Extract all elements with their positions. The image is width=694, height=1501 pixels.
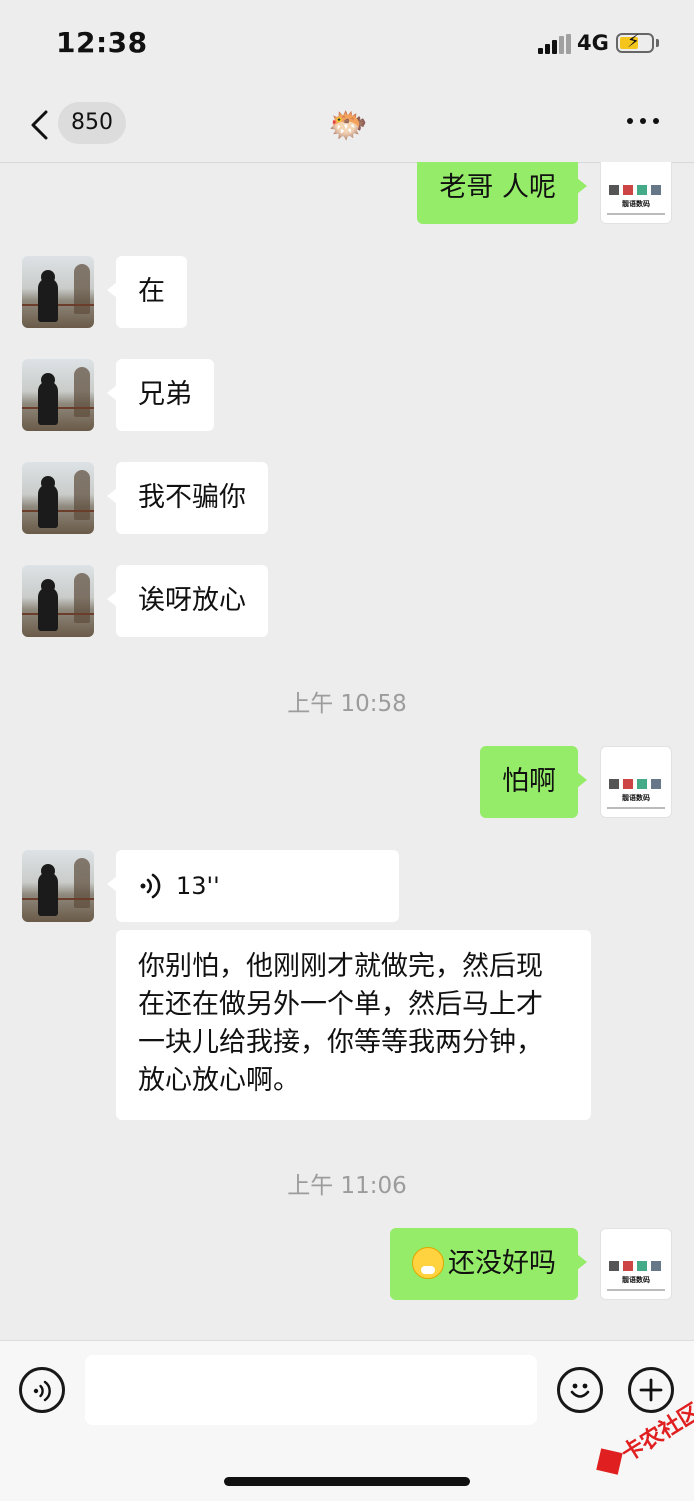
incoming-message-bubble[interactable]: 兄弟 bbox=[107, 359, 214, 431]
avatar-caption: 靓语数码 bbox=[622, 1276, 650, 1284]
chat-title-emoji: 🐡 bbox=[328, 106, 368, 144]
voice-wave-icon bbox=[33, 1380, 51, 1402]
timestamp: 上午 11:06 bbox=[287, 1173, 407, 1199]
message-text: 在 bbox=[138, 276, 165, 307]
voice-duration: 13'' bbox=[176, 872, 220, 900]
watermark-logo-icon bbox=[596, 1448, 623, 1475]
avatar-caption: 靓语数码 bbox=[622, 794, 650, 802]
incoming-message-bubble[interactable]: 诶呀放心 bbox=[107, 565, 268, 637]
contact-avatar[interactable] bbox=[22, 565, 94, 637]
timestamp: 上午 10:58 bbox=[287, 691, 407, 717]
contact-avatar[interactable] bbox=[22, 850, 94, 922]
product-thumbnails bbox=[609, 185, 665, 195]
voice-input-button[interactable] bbox=[19, 1367, 65, 1413]
message-text: 怕啊 bbox=[502, 766, 556, 797]
signal-icon bbox=[538, 34, 572, 54]
voice-message-bubble[interactable]: 13'' bbox=[107, 850, 399, 922]
avatar-subcaption bbox=[607, 807, 665, 809]
message-row: 还没好吗 靓语数码 bbox=[0, 1228, 694, 1302]
incoming-message-bubble[interactable]: 在 bbox=[107, 256, 187, 328]
outgoing-message-bubble[interactable]: 老哥 人呢 bbox=[417, 162, 587, 224]
battery-tip bbox=[656, 39, 659, 47]
outgoing-message-bubble[interactable]: 还没好吗 bbox=[390, 1228, 587, 1300]
message-row: 我不骗你 bbox=[0, 462, 694, 536]
my-avatar[interactable]: 靓语数码 bbox=[600, 1228, 672, 1300]
message-row: 13'' 你别怕，他刚刚才就做完，然后现在还在做另外一个单，然后马上才一块儿给我… bbox=[0, 850, 694, 1120]
status-time: 12:38 bbox=[56, 26, 148, 59]
battery-icon: ⚡ bbox=[616, 31, 654, 53]
message-row: 怕啊 靓语数码 bbox=[0, 746, 694, 820]
message-text: 我不骗你 bbox=[138, 482, 246, 513]
message-text: 老哥 人呢 bbox=[439, 172, 556, 203]
unread-count-badge[interactable]: 850 bbox=[58, 102, 126, 144]
message-text: 兄弟 bbox=[138, 379, 192, 410]
message-input[interactable] bbox=[85, 1355, 537, 1425]
message-text: 你别怕，他刚刚才就做完，然后现在还在做另外一个单，然后马上才一块儿给我接，你等等… bbox=[138, 951, 543, 1096]
incoming-message-bubble[interactable]: 我不骗你 bbox=[107, 462, 268, 534]
sneezing-face-emoji-icon bbox=[412, 1246, 444, 1279]
voice-wave-icon bbox=[140, 873, 161, 899]
message-text: 诶呀放心 bbox=[138, 585, 246, 616]
contact-avatar[interactable] bbox=[22, 256, 94, 328]
product-thumbnails bbox=[609, 1261, 665, 1271]
product-thumbnails bbox=[609, 779, 665, 789]
my-avatar[interactable]: 靓语数码 bbox=[600, 746, 672, 818]
chat-header: 850 🐡 bbox=[0, 88, 694, 163]
contact-avatar[interactable] bbox=[22, 359, 94, 431]
message-row: 诶呀放心 bbox=[0, 565, 694, 639]
outgoing-message-bubble[interactable]: 怕啊 bbox=[480, 746, 587, 818]
message-row: 兄弟 bbox=[0, 359, 694, 433]
contact-avatar[interactable] bbox=[22, 462, 94, 534]
message-list[interactable]: 老哥 人呢 靓语数码 在 兄弟 我不骗你 诶呀放心 上午 10:58 怕啊 靓语… bbox=[0, 162, 694, 1340]
emoji-button[interactable] bbox=[557, 1367, 603, 1413]
avatar-subcaption bbox=[607, 1289, 665, 1291]
smiley-icon bbox=[570, 1383, 590, 1398]
message-text: 还没好吗 bbox=[448, 1248, 556, 1279]
more-options-icon[interactable] bbox=[627, 118, 663, 128]
avatar-subcaption bbox=[607, 213, 665, 215]
status-bar: 12:38 4G ⚡ bbox=[0, 0, 694, 88]
my-avatar[interactable]: 靓语数码 bbox=[600, 162, 672, 224]
voice-transcription-bubble[interactable]: 你别怕，他刚刚才就做完，然后现在还在做另外一个单，然后马上才一块儿给我接，你等等… bbox=[116, 930, 591, 1120]
message-row: 在 bbox=[0, 256, 694, 330]
message-row: 老哥 人呢 靓语数码 bbox=[0, 162, 694, 226]
back-arrow-icon[interactable] bbox=[26, 108, 56, 142]
network-type: 4G bbox=[577, 31, 609, 55]
home-indicator[interactable] bbox=[224, 1477, 470, 1486]
avatar-caption: 靓语数码 bbox=[622, 200, 650, 208]
